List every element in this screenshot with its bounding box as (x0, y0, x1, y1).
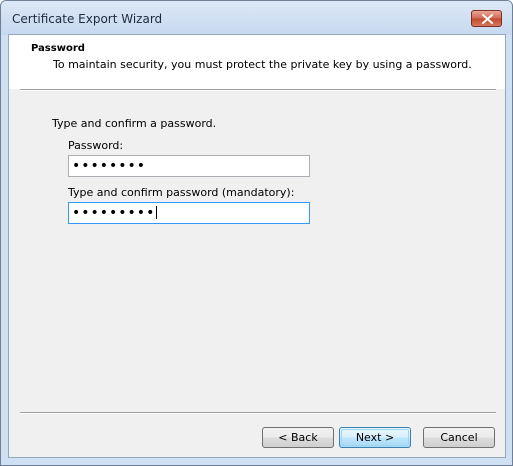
wizard-window: Certificate Export Wizard Password To ma… (0, 0, 513, 466)
back-button[interactable]: < Back (262, 427, 334, 448)
footer-separator (20, 412, 496, 414)
password-masked-value: •••••••• (72, 158, 147, 174)
next-button[interactable]: Next > (339, 427, 411, 448)
text-caret (156, 206, 158, 219)
window-title: Certificate Export Wizard (12, 12, 163, 26)
close-icon (482, 14, 493, 24)
header-separator (20, 89, 496, 91)
confirm-password-input[interactable]: ••••••••• (68, 202, 310, 224)
page-description: To maintain security, you must protect t… (53, 58, 472, 71)
title-bar[interactable]: Certificate Export Wizard (1, 1, 512, 35)
confirm-password-label: Type and confirm password (mandatory): (68, 186, 295, 199)
password-input[interactable]: •••••••• (68, 155, 310, 177)
close-button[interactable] (471, 10, 502, 27)
cancel-button[interactable]: Cancel (423, 427, 495, 448)
password-label: Password: (68, 139, 124, 152)
wizard-header: Password To maintain security, you must … (9, 35, 505, 89)
instruction-text: Type and confirm a password. (52, 117, 217, 130)
dialog-client-area: Password To maintain security, you must … (8, 34, 506, 458)
page-title: Password (31, 43, 85, 54)
confirm-password-masked-value: ••••••••• (72, 205, 156, 221)
